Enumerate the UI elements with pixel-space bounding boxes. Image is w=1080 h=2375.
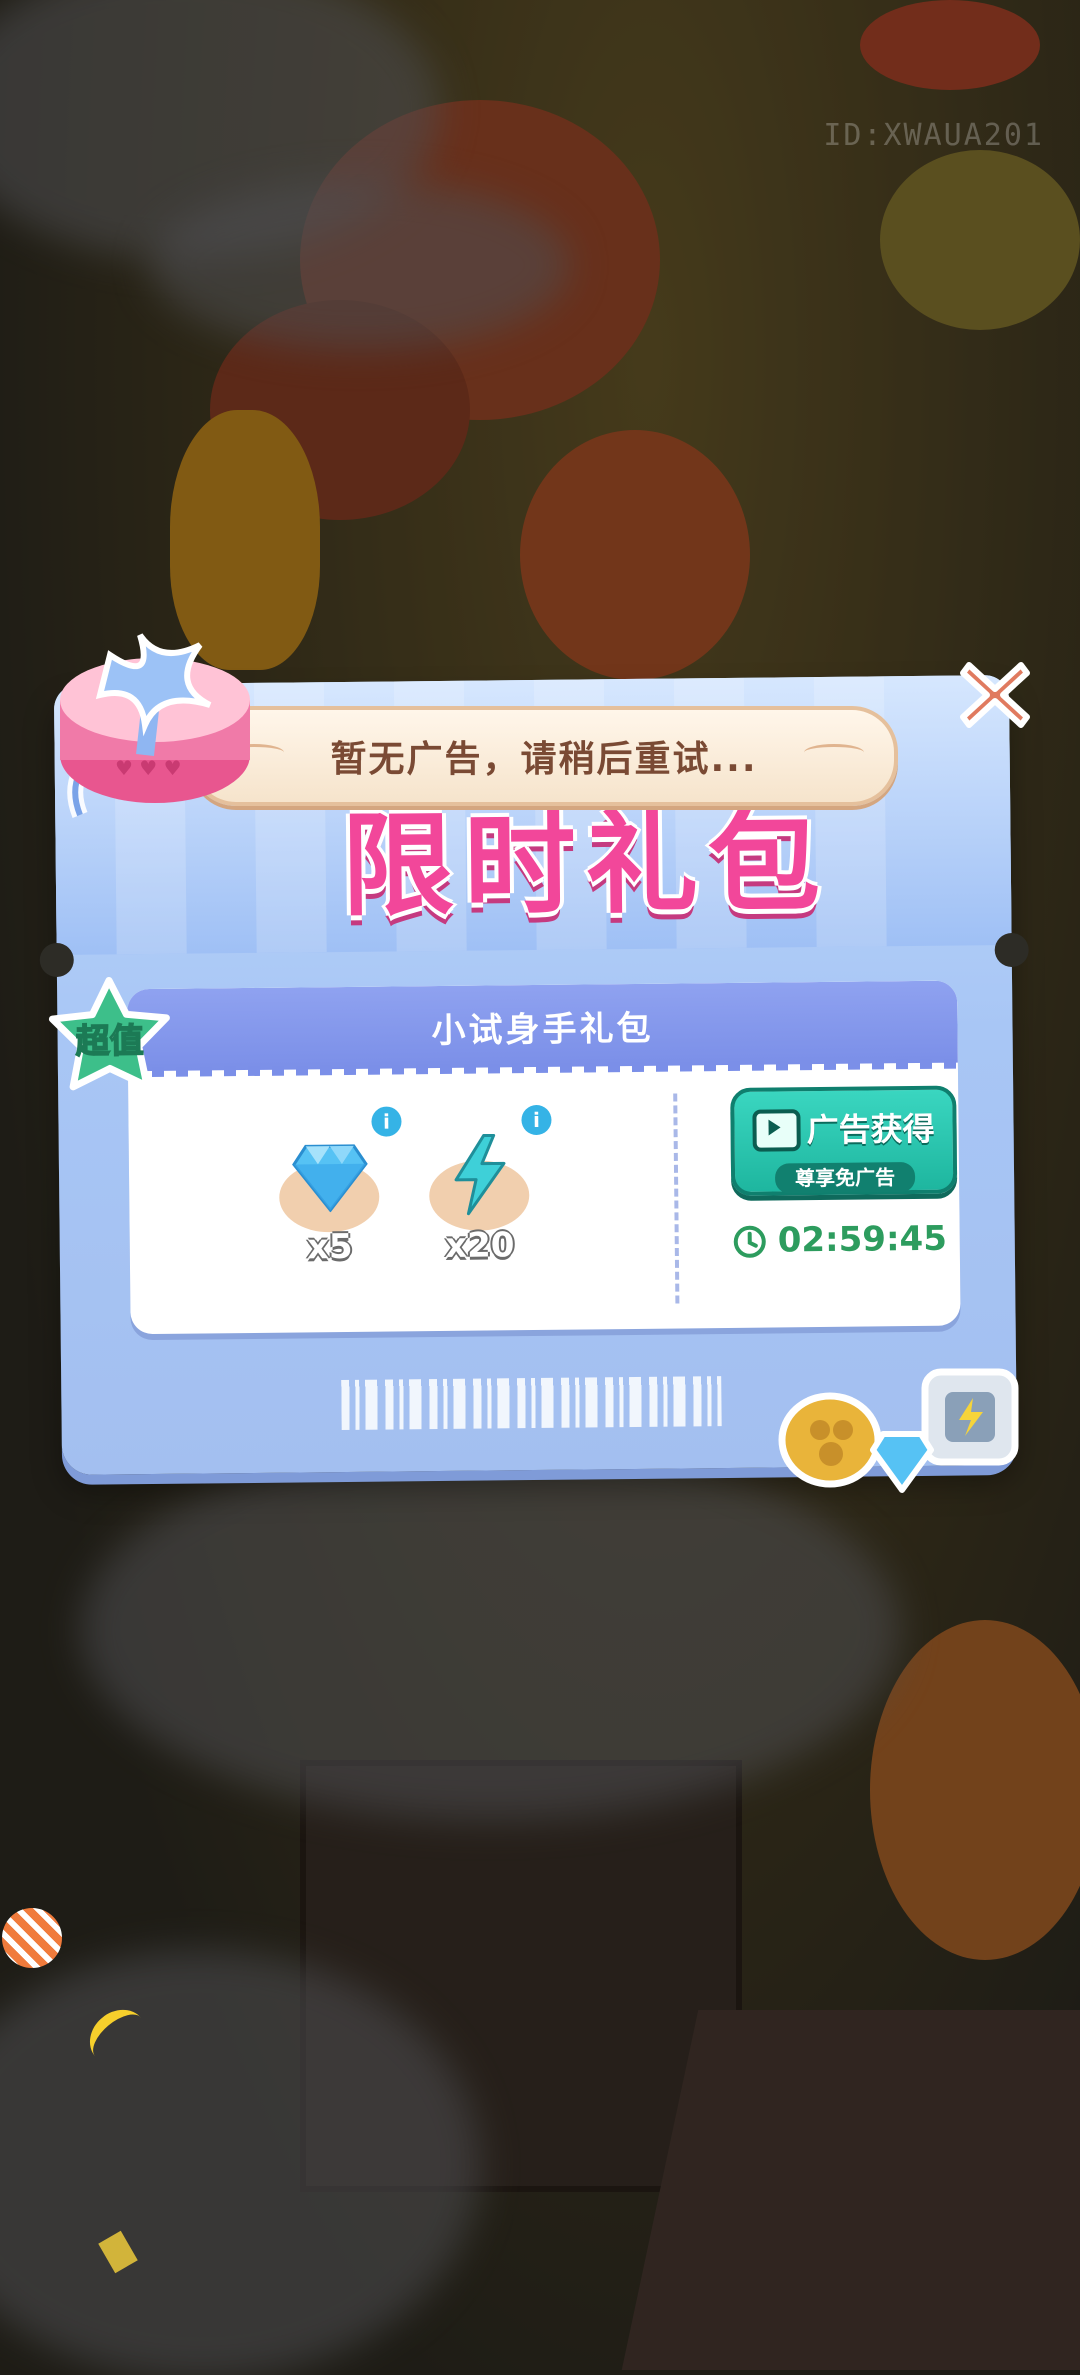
diamond-icon	[292, 1144, 368, 1213]
ticket-barcode	[341, 1376, 722, 1431]
watch-ad-button[interactable]: 广告获得 尊享免广告	[730, 1085, 958, 1196]
clock-icon	[733, 1225, 766, 1258]
svg-text:♥ ♥ ♥: ♥ ♥ ♥	[115, 756, 182, 780]
close-icon[interactable]	[955, 655, 1035, 735]
item-info-button[interactable]: i	[521, 1104, 552, 1136]
user-id-watermark: ID:XWAUA201	[823, 118, 1044, 153]
countdown-timer: 02:59:45	[732, 1218, 948, 1261]
rewards-decoration	[778, 1368, 1019, 1493]
value-badge: 超值	[48, 976, 170, 1091]
gift-pack-card: 小试身手礼包 i x5 i x20 广告获得 尊享免广告 02:59:45	[127, 980, 961, 1335]
item-quantity: x5	[306, 1226, 353, 1268]
ticket-notch-left	[39, 942, 74, 978]
lightning-icon	[454, 1133, 506, 1216]
item-quantity: x20	[444, 1225, 515, 1266]
ad-free-tag: 尊享免广告	[774, 1162, 916, 1194]
toast-text: 暂无广告，请稍后重试...	[330, 739, 758, 780]
value-badge-text: 超值	[75, 1021, 143, 1062]
ticket-notch-right	[994, 932, 1029, 968]
toast-message: 暂无广告，请稍后重试...	[190, 706, 898, 806]
countdown-value: 02:59:45	[777, 1218, 948, 1261]
card-divider	[673, 1093, 680, 1304]
reward-item-diamond: i x5	[273, 1106, 402, 1268]
watch-ad-label: 广告获得	[806, 1109, 935, 1150]
tv-play-icon	[752, 1109, 801, 1152]
gift-box-icon: ♥ ♥ ♥	[60, 633, 250, 818]
pack-name: 小试身手礼包	[431, 1008, 654, 1051]
reward-item-energy: i x20	[423, 1104, 552, 1266]
pack-header: 小试身手礼包	[127, 980, 958, 1072]
item-info-button[interactable]: i	[371, 1106, 402, 1137]
confetti-ball	[2, 1908, 62, 1968]
